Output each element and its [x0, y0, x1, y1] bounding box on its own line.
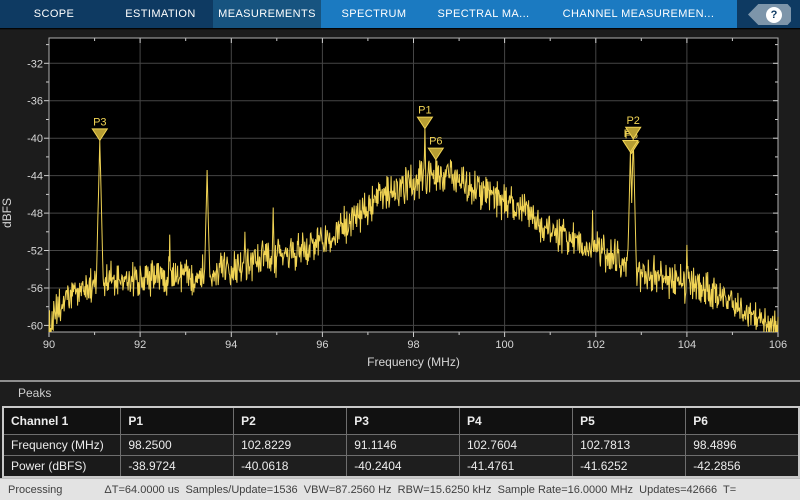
peaks-table: Channel 1 P1 P2 P3 P4 P5 P6 Frequency (MHz) 98.2… — [2, 406, 800, 478]
spectrum-plot-svg[interactable]: 90 92 94 96 98 100 102 104 106 -32 -36 -40 -44 -48 -52… — [0, 30, 800, 380]
peaks-header-row: Channel 1 P1 P2 P3 P4 P5 P6 — [2, 406, 800, 435]
tab-spectrum[interactable]: SPECTRUM — [321, 0, 427, 28]
status-details: ΔT=64.0000 us Samples/Update=1536 VBW=87… — [104, 483, 737, 496]
svg-text:-56: -56 — [27, 283, 43, 295]
help-button[interactable]: ? — [748, 4, 791, 25]
svg-text:92: 92 — [134, 339, 146, 351]
svg-text:106: 106 — [769, 339, 787, 351]
peaks-row-label: Power (dBFS) — [2, 455, 122, 478]
peaks-col-header: Channel 1 — [2, 406, 122, 435]
svg-text:-48: -48 — [27, 208, 43, 220]
peaks-col-header: P4 — [458, 406, 574, 435]
status-state: Processing — [8, 483, 63, 496]
peaks-col-header: P5 — [572, 406, 687, 435]
svg-text:90: 90 — [43, 339, 55, 351]
peaks-row-label: Frequency (MHz) — [2, 434, 122, 456]
svg-text:100: 100 — [495, 339, 513, 351]
tab-spectral-mask[interactable]: SPECTRAL MA... — [427, 0, 540, 28]
help-arrow-shape: ? — [748, 4, 791, 25]
peaks-cell: 102.8229 — [233, 434, 348, 456]
svg-text:98: 98 — [407, 339, 419, 351]
peaks-cell: -40.0618 — [233, 455, 348, 478]
svg-text:P2: P2 — [626, 115, 639, 127]
peaks-cell: -40.2404 — [346, 455, 460, 478]
peaks-panel: Peaks Channel 1 P1 P2 P3 P4 P5 P6 Frequency (MH… — [0, 380, 800, 478]
peaks-data-row: Frequency (MHz) 98.2500 102.8229 91.1146 102… — [2, 434, 800, 456]
svg-text:104: 104 — [678, 339, 696, 351]
y-axis-label: dBFS — [0, 198, 14, 229]
svg-text:96: 96 — [316, 339, 328, 351]
svg-text:-44: -44 — [27, 171, 43, 183]
tab-channel-measurements[interactable]: CHANNEL MEASUREMEN... — [540, 0, 737, 28]
peaks-cell: 102.7813 — [572, 434, 687, 456]
contextual-tab-group: SPECTRUM SPECTRAL MA... CHANNEL MEASUREM… — [321, 0, 737, 28]
peaks-cell: 98.2500 — [120, 434, 235, 456]
peaks-cell: 98.4896 — [685, 434, 800, 456]
peaks-cell: 102.7604 — [458, 434, 574, 456]
peaks-panel-title: Peaks — [18, 386, 52, 400]
svg-text:P6: P6 — [429, 136, 442, 148]
svg-text:-52: -52 — [27, 246, 43, 258]
svg-text:102: 102 — [587, 339, 605, 351]
svg-text:-32: -32 — [27, 58, 43, 70]
svg-text:-40: -40 — [27, 133, 43, 145]
svg-text:-60: -60 — [27, 320, 43, 332]
peaks-col-header: P2 — [233, 406, 348, 435]
peaks-col-header: P1 — [120, 406, 235, 435]
peaks-cell: -41.4761 — [458, 455, 574, 478]
spectrum-analyzer-window: SCOPE ESTIMATION MEASUREMENTS SPECTRUM S… — [0, 0, 800, 500]
peaks-col-header: P6 — [685, 406, 800, 435]
peaks-cell: -41.6252 — [572, 455, 687, 478]
status-bar: Processing ΔT=64.0000 us Samples/Update=… — [0, 478, 800, 500]
tab-scope[interactable]: SCOPE — [0, 0, 108, 28]
peaks-cell: -42.2856 — [685, 455, 800, 478]
svg-text:-36: -36 — [27, 96, 43, 108]
svg-text:P3: P3 — [93, 116, 106, 128]
x-axis-label: Frequency (MHz) — [367, 355, 460, 369]
toolstrip-tabbar: SCOPE ESTIMATION MEASUREMENTS SPECTRUM S… — [0, 0, 800, 29]
spectrum-figure: 90 92 94 96 98 100 102 104 106 -32 -36 -40 -44 -48 -52… — [0, 30, 800, 380]
peaks-cell: 91.1146 — [346, 434, 460, 456]
peaks-col-header: P3 — [346, 406, 460, 435]
question-icon: ? — [766, 6, 782, 23]
peaks-cell: -38.9724 — [120, 455, 235, 478]
tab-measurements[interactable]: MEASUREMENTS — [213, 0, 321, 28]
tab-estimation[interactable]: ESTIMATION — [108, 0, 213, 28]
peaks-data-row: Power (dBFS) -38.9724 -40.0618 -40.2404 -41.… — [2, 455, 800, 478]
svg-text:94: 94 — [225, 339, 237, 351]
svg-text:P1: P1 — [418, 105, 431, 117]
